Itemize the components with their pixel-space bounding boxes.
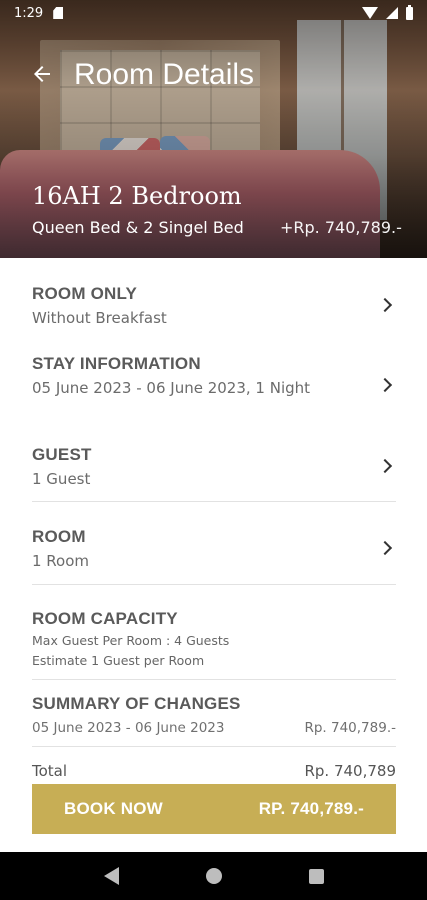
room-only-row[interactable]: ROOM ONLY Without Breakfast [32, 284, 396, 329]
signal-icon [386, 7, 398, 19]
total-section: Total Rp. 740,789 [32, 762, 396, 780]
status-bar: 1:29 [0, 0, 427, 26]
page-title: Room Details [74, 58, 255, 91]
divider [32, 679, 396, 680]
stay-information-title: STAY INFORMATION [32, 354, 201, 373]
system-nav-bar [0, 852, 427, 900]
book-now-button[interactable]: BOOK NOW RP. 740,789.- [32, 784, 396, 834]
details-list: ROOM ONLY Without Breakfast STAY INFORMA… [0, 258, 427, 782]
estimate-guest-text: Estimate 1 Guest per Room [32, 653, 205, 668]
room-name: 16AH 2 Bedroom [32, 182, 242, 210]
status-time: 1:29 [14, 5, 44, 21]
guest-value: 1 Guest [32, 470, 91, 488]
room-only-value: Without Breakfast [32, 309, 167, 327]
back-triangle-icon[interactable] [103, 867, 119, 885]
stay-information-row[interactable]: STAY INFORMATION 05 June 2023 - 06 June … [32, 354, 396, 399]
summary-section: SUMMARY OF CHANGES 05 June 2023 - 06 Jun… [32, 694, 396, 736]
stay-information-value: 05 June 2023 - 06 June 2023, 1 Night [32, 379, 311, 397]
sd-card-icon [53, 7, 64, 19]
wifi-icon [362, 7, 378, 19]
divider [32, 584, 396, 585]
max-guest-text: Max Guest Per Room : 4 Guests [32, 633, 230, 648]
room-capacity-section: ROOM CAPACITY Max Guest Per Room : 4 Gue… [32, 609, 396, 671]
divider [32, 501, 396, 502]
summary-amount: Rp. 740,789.- [304, 720, 396, 736]
room-only-title: ROOM ONLY [32, 284, 138, 303]
book-now-label: BOOK NOW [64, 799, 163, 818]
arrow-left-icon[interactable] [30, 62, 54, 86]
guest-title: GUEST [32, 445, 92, 464]
book-now-price: RP. 740,789.- [258, 799, 364, 818]
battery-icon [406, 4, 413, 20]
total-label: Total [32, 762, 68, 780]
room-row[interactable]: ROOM 1 Room [32, 527, 396, 572]
recents-square-icon[interactable] [308, 868, 324, 884]
divider [32, 746, 396, 747]
summary-date-range: 05 June 2023 - 06 June 2023 [32, 720, 225, 736]
room-title: ROOM [32, 527, 86, 546]
total-amount: Rp. 740,789 [304, 762, 396, 780]
summary-title: SUMMARY OF CHANGES [32, 694, 241, 713]
room-price-overlay: +Rp. 740,789.- [280, 218, 402, 237]
back-button[interactable] [30, 62, 54, 86]
total-line: Total Rp. 740,789 [32, 762, 396, 780]
room-value: 1 Room [32, 552, 90, 570]
summary-line: 05 June 2023 - 06 June 2023 Rp. 740,789.… [32, 720, 396, 736]
room-bed-type: Queen Bed & 2 Singel Bed [32, 218, 244, 237]
guest-row[interactable]: GUEST 1 Guest [32, 445, 396, 490]
room-capacity-title: ROOM CAPACITY [32, 609, 178, 628]
home-circle-icon[interactable] [205, 868, 222, 884]
